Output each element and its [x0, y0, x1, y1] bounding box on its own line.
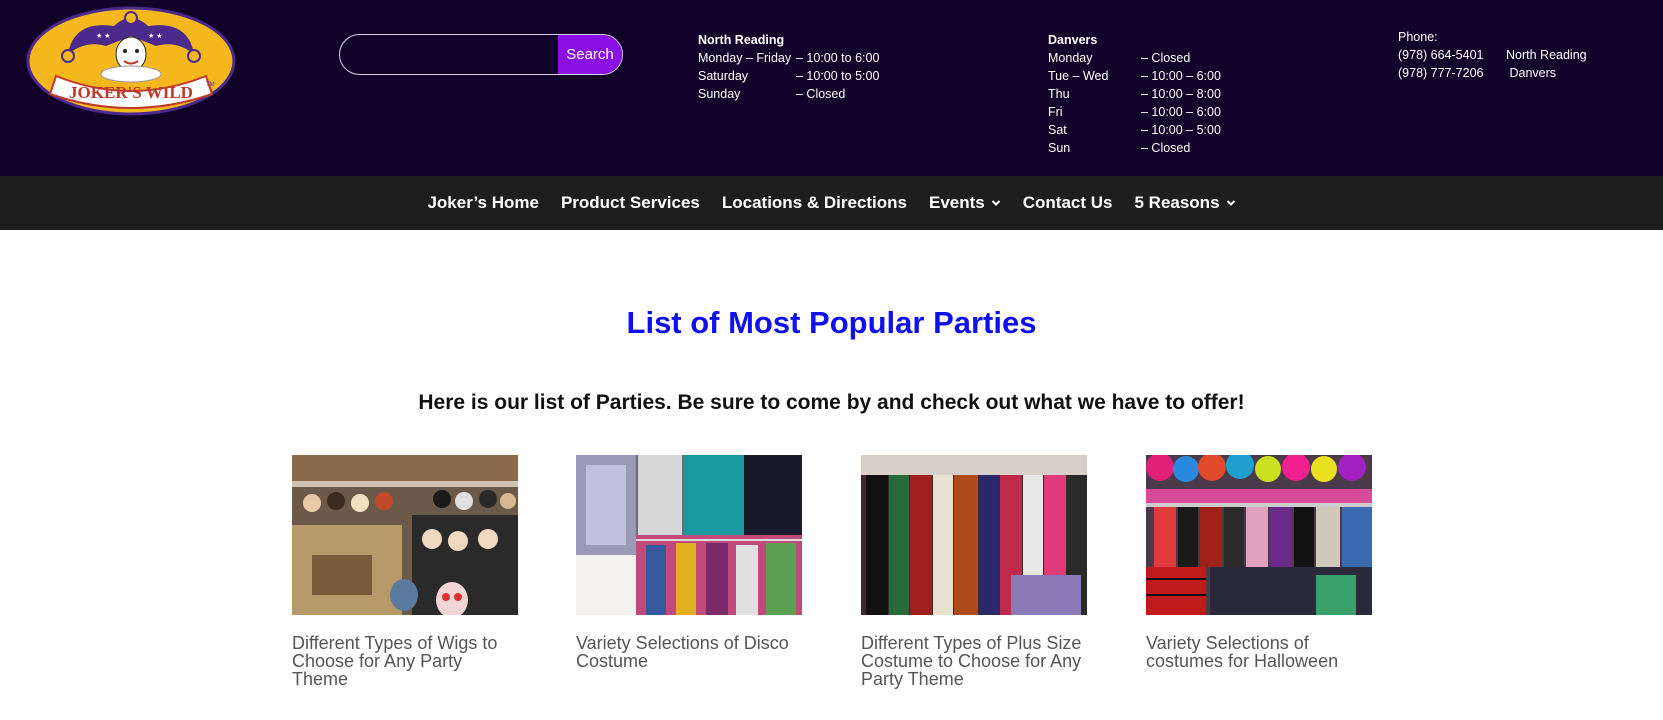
- phone-number-link[interactable]: (978) 664-5401: [1398, 46, 1506, 64]
- party-card[interactable]: Different Types of Wigs to Choose for An…: [292, 455, 518, 688]
- chevron-down-icon: [991, 200, 1000, 206]
- hours-row: Tue – Wed – 10:00 – 6:00: [1048, 67, 1221, 85]
- hours-day: Saturday: [698, 69, 749, 83]
- nav-item-label: Product Services: [560, 193, 700, 212]
- hours-day: Fri: [1048, 105, 1063, 119]
- party-card[interactable]: Variety Selections of Disco Costume: [576, 455, 802, 670]
- card-caption[interactable]: Variety Selections of Disco Costume: [576, 634, 802, 670]
- card-caption[interactable]: Different Types of Plus Size Costume to …: [861, 634, 1087, 688]
- danvers-hours: Danvers Monday – Closed Tue – Wed – 10:0…: [1048, 31, 1221, 157]
- hours-time: – Closed: [796, 87, 846, 101]
- hours-day: Monday: [1048, 51, 1093, 65]
- hours-row: Sun – Closed: [1048, 139, 1221, 157]
- logo-trademark: TM: [206, 82, 215, 88]
- jokers-wild-logo[interactable]: ★ ★ ★ ★ JOKER'S WILD TM: [26, 6, 236, 116]
- danvers-title: Danvers: [1048, 33, 1098, 47]
- hours-row: Fri – 10:00 – 6:00: [1048, 103, 1221, 121]
- hours-row: Monday – Closed: [1048, 49, 1221, 67]
- nav-item-home[interactable]: Joker’s Home: [427, 193, 539, 213]
- hours-day: Sun: [1048, 141, 1071, 155]
- nav-item-label: 5 Reasons: [1134, 193, 1220, 212]
- page-subtitle: Here is our list of Parties. Be sure to …: [418, 391, 1245, 414]
- site-header: ★ ★ ★ ★ JOKER'S WILD TM Search North Rea…: [0, 0, 1663, 176]
- nav-item-contact[interactable]: Contact Us: [1023, 193, 1113, 213]
- card-caption[interactable]: Variety Selections of costumes for Hallo…: [1146, 634, 1372, 670]
- party-card[interactable]: Variety Selections of costumes for Hallo…: [1146, 455, 1372, 670]
- hours-day: Sat: [1048, 123, 1067, 137]
- search-form: Search: [339, 34, 623, 75]
- nav-item-locations[interactable]: Locations & Directions: [722, 193, 907, 213]
- main-nav: Joker’s Home Product Services Locations …: [0, 176, 1663, 230]
- hours-time: – 10:00 – 5:00: [1141, 123, 1221, 137]
- hours-time: – Closed: [1141, 51, 1191, 65]
- hours-row: Thu – 10:00 – 8:00: [1048, 85, 1221, 103]
- hours-row: Monday – Friday – 10:00 to 6:00: [698, 49, 879, 67]
- phone-number-link[interactable]: (978) 777-7206: [1398, 64, 1506, 82]
- north-reading-hours: North Reading Monday – Friday – 10:00 to…: [698, 31, 879, 103]
- nav-item-label: Contact Us: [1022, 193, 1113, 212]
- halloween-costume-photo: [1146, 455, 1372, 615]
- hours-day: Sunday: [698, 87, 741, 101]
- hours-time: – 10:00 to 5:00: [796, 69, 880, 83]
- wigs-photo: [292, 455, 518, 615]
- phone-label: Phone:: [1398, 30, 1438, 44]
- nav-item-label: Locations & Directions: [721, 193, 907, 212]
- phone-row: (978) 664-5401 North Reading: [1398, 46, 1587, 64]
- nav-item-product-services[interactable]: Product Services: [561, 193, 700, 213]
- hours-day: Tue – Wed: [1048, 69, 1109, 83]
- svg-text:★ ★: ★ ★: [96, 32, 111, 40]
- nav-item-events[interactable]: Events: [929, 193, 1001, 213]
- disco-costume-photo: [576, 455, 802, 615]
- nav-item-5-reasons[interactable]: 5 Reasons: [1134, 193, 1235, 213]
- north-reading-title: North Reading: [698, 33, 785, 47]
- phone-row: (978) 777-7206 Danvers: [1398, 64, 1587, 82]
- logo-graphic: ★ ★ ★ ★ JOKER'S WILD TM: [26, 6, 236, 116]
- chevron-down-icon: [1226, 200, 1235, 206]
- logo-text: JOKER'S WILD: [69, 83, 193, 102]
- svg-text:★ ★: ★ ★: [148, 32, 163, 40]
- search-button[interactable]: Search: [558, 35, 622, 74]
- hours-time: – 10:00 – 8:00: [1141, 87, 1221, 101]
- search-input[interactable]: [340, 35, 558, 74]
- card-caption[interactable]: Different Types of Wigs to Choose for An…: [292, 634, 518, 688]
- hours-day: Thu: [1048, 87, 1070, 101]
- hours-time: – 10:00 – 6:00: [1141, 105, 1221, 119]
- plus-size-costume-photo: [861, 455, 1087, 615]
- hours-day: Monday – Friday: [698, 51, 792, 65]
- page-title: List of Most Popular Parties: [626, 305, 1037, 340]
- phone-location: Danvers: [1506, 66, 1557, 80]
- hours-row: Saturday – 10:00 to 5:00: [698, 67, 879, 85]
- hours-row: Sunday – Closed: [698, 85, 879, 103]
- nav-item-label: Events: [929, 193, 985, 212]
- hours-time: – 10:00 to 6:00: [796, 51, 880, 65]
- phone-location: North Reading: [1506, 48, 1587, 62]
- hours-time: – 10:00 – 6:00: [1141, 69, 1221, 83]
- phone-block: Phone: (978) 664-5401 North Reading (978…: [1398, 28, 1587, 82]
- hours-time: – Closed: [1141, 141, 1191, 155]
- hours-row: Sat – 10:00 – 5:00: [1048, 121, 1221, 139]
- party-card[interactable]: Different Types of Plus Size Costume to …: [861, 455, 1087, 688]
- nav-item-label: Joker’s Home: [427, 193, 539, 212]
